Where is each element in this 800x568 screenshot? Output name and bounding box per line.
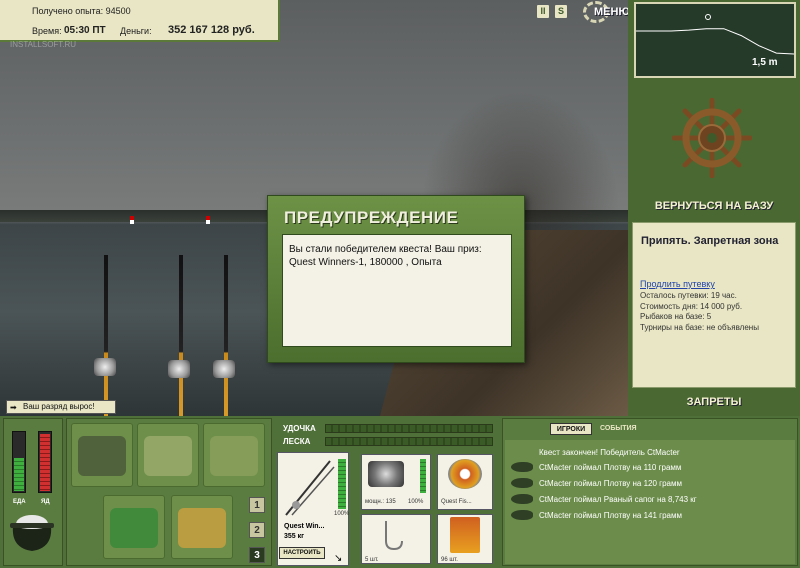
warning-dialog[interactable]: ПРЕДУПРЕЖДЕНИЕ Вы стали победителем квес… [267, 195, 525, 363]
bait-slot[interactable]: 96 шт. [437, 514, 493, 564]
rod-label: УДОЧКА [283, 424, 316, 433]
watermark: INSTALLSOFT.RU [10, 40, 77, 49]
reel-percent: 100% [408, 499, 424, 505]
inventory-panel: 1 2 3 [66, 418, 272, 566]
time-value: 05:30 ПТ [64, 25, 106, 36]
pause-icon[interactable]: II [537, 5, 549, 18]
rod-icon [285, 460, 335, 516]
reel-2[interactable] [168, 360, 190, 378]
tab-players[interactable]: ИГРОКИ [550, 423, 592, 435]
hook-icon [385, 521, 403, 551]
fish-icon [511, 462, 533, 472]
sack-icon [144, 436, 192, 476]
day-cost: Стоимость дня: 14 000 руб. [640, 302, 743, 311]
inventory-tab-3[interactable]: 3 [249, 547, 265, 563]
fish-icon [511, 478, 533, 488]
sack-slot[interactable] [137, 423, 199, 487]
food-bar [12, 431, 26, 493]
money-value: 352 167 128 руб. [168, 24, 255, 36]
time-label: Время: [32, 26, 62, 36]
info-panel: Получено опыта: 94500 Время: 05:30 ПТ Де… [0, 0, 280, 42]
resize-arrow-icon[interactable]: ↘ [334, 553, 342, 564]
inventory-tab-1[interactable]: 1 [249, 497, 265, 513]
reel-icon [368, 461, 404, 487]
rod-percent: 100% [334, 511, 350, 517]
bait-count: 96 шт. [441, 557, 458, 563]
menu-label[interactable]: МЕНЮ [594, 6, 630, 18]
fishers-count: Рыбаков на базе: 5 [640, 312, 712, 321]
reel-condition-bar [420, 459, 426, 493]
feed-row: CtMacter поймал Плотву на 120 грамм [539, 479, 682, 488]
fishing-rod-3[interactable] [224, 255, 228, 416]
poison-label: ЯД [41, 499, 50, 505]
sound-icon[interactable]: S [555, 5, 567, 18]
reel-power: мощн.: 135 [365, 499, 396, 505]
reel-slot[interactable]: мощн.: 135 100% [361, 454, 431, 510]
reel-3[interactable] [213, 360, 235, 378]
location-title: Припять. Запретная зона [641, 235, 779, 247]
food-basket-icon [110, 508, 158, 548]
quill-map-icon [210, 436, 258, 476]
bans-button[interactable]: ЗАПРЕТЫ [628, 392, 800, 412]
float-marker [206, 216, 210, 224]
feed-row: CtMacter поймал Плотву на 141 грамм [539, 511, 682, 520]
bag-icon [78, 436, 126, 476]
rod-strength-bar [325, 424, 493, 433]
basket-slot[interactable] [103, 495, 165, 559]
feed-row: Квест закончен! Победитель CtMacter [539, 448, 680, 457]
bait-can-icon [450, 517, 480, 553]
bucket-slot[interactable] [171, 495, 233, 559]
rank-notice-text: Ваш разряд вырос! [23, 402, 95, 411]
feed-row: CtMacter поймал Рваный сапог на 8,743 кг [539, 495, 697, 504]
fishing-rod-1[interactable] [104, 255, 108, 416]
line-slot[interactable]: Quest Fis... [437, 454, 493, 510]
line-spool-icon [448, 459, 482, 489]
return-to-base-button[interactable]: ВЕРНУТЬСЯ НА БАЗУ [628, 196, 800, 216]
boot-icon [511, 494, 533, 504]
food-label: ЕДА [13, 499, 26, 505]
float-marker [130, 216, 134, 224]
rod-condition-bar [338, 459, 346, 509]
fishing-rod-2[interactable] [179, 255, 183, 416]
tab-events[interactable]: СОБЫТИЯ [600, 425, 637, 432]
rod-weight: 355 кг [284, 533, 305, 540]
reel-1[interactable] [94, 358, 116, 376]
permit-remaining: Осталось путевки: 19 час. [640, 291, 737, 300]
money-label: Деньги: [120, 26, 152, 36]
ship-wheel-icon[interactable] [672, 98, 752, 178]
tournaments: Турниры на базе: не объявлены [640, 323, 759, 332]
bag-slot[interactable] [71, 423, 133, 487]
map-slot[interactable] [203, 423, 265, 487]
setup-button[interactable]: НАСТРОИТЬ [279, 547, 325, 559]
cauldron-icon[interactable] [9, 510, 55, 554]
rank-notice[interactable]: ➡ Ваш разряд вырос! [6, 400, 116, 414]
hook-slot[interactable]: 5 шт. [361, 514, 431, 564]
experience-text: Получено опыта: 94500 [32, 6, 131, 16]
bucket-icon [178, 508, 226, 548]
inventory-tab-2[interactable]: 2 [249, 522, 265, 538]
location-card: Припять. Запретная зона Продлить путевку… [632, 222, 796, 388]
feed-row: CtMacter поймал Плотву на 110 грамм [539, 463, 682, 472]
dialog-title: ПРЕДУПРЕЖДЕНИЕ [284, 208, 459, 227]
events-feed[interactable]: Квест закончен! Победитель CtMacter CtMa… [505, 440, 795, 564]
rod-name: Quest Win... [284, 523, 325, 530]
line-name: Quest Fis... [441, 499, 472, 505]
dialog-message: Вы стали победителем квеста! Ваш приз: Q… [282, 234, 512, 347]
arrow-icon: ➡ [10, 403, 17, 412]
line-strength-bar [325, 437, 493, 446]
depth-value: 1,5 m [752, 57, 778, 68]
poison-bar [38, 431, 52, 493]
tackle-panel: УДОЧКА ЛЕСКА 100% Quest Win... 355 кг ↘ … [275, 418, 497, 566]
hook-count: 5 шт. [365, 557, 379, 563]
line-label: ЛЕСКА [283, 437, 311, 446]
extend-permit-link[interactable]: Продлить путевку [640, 279, 715, 289]
fish-icon [511, 510, 533, 520]
